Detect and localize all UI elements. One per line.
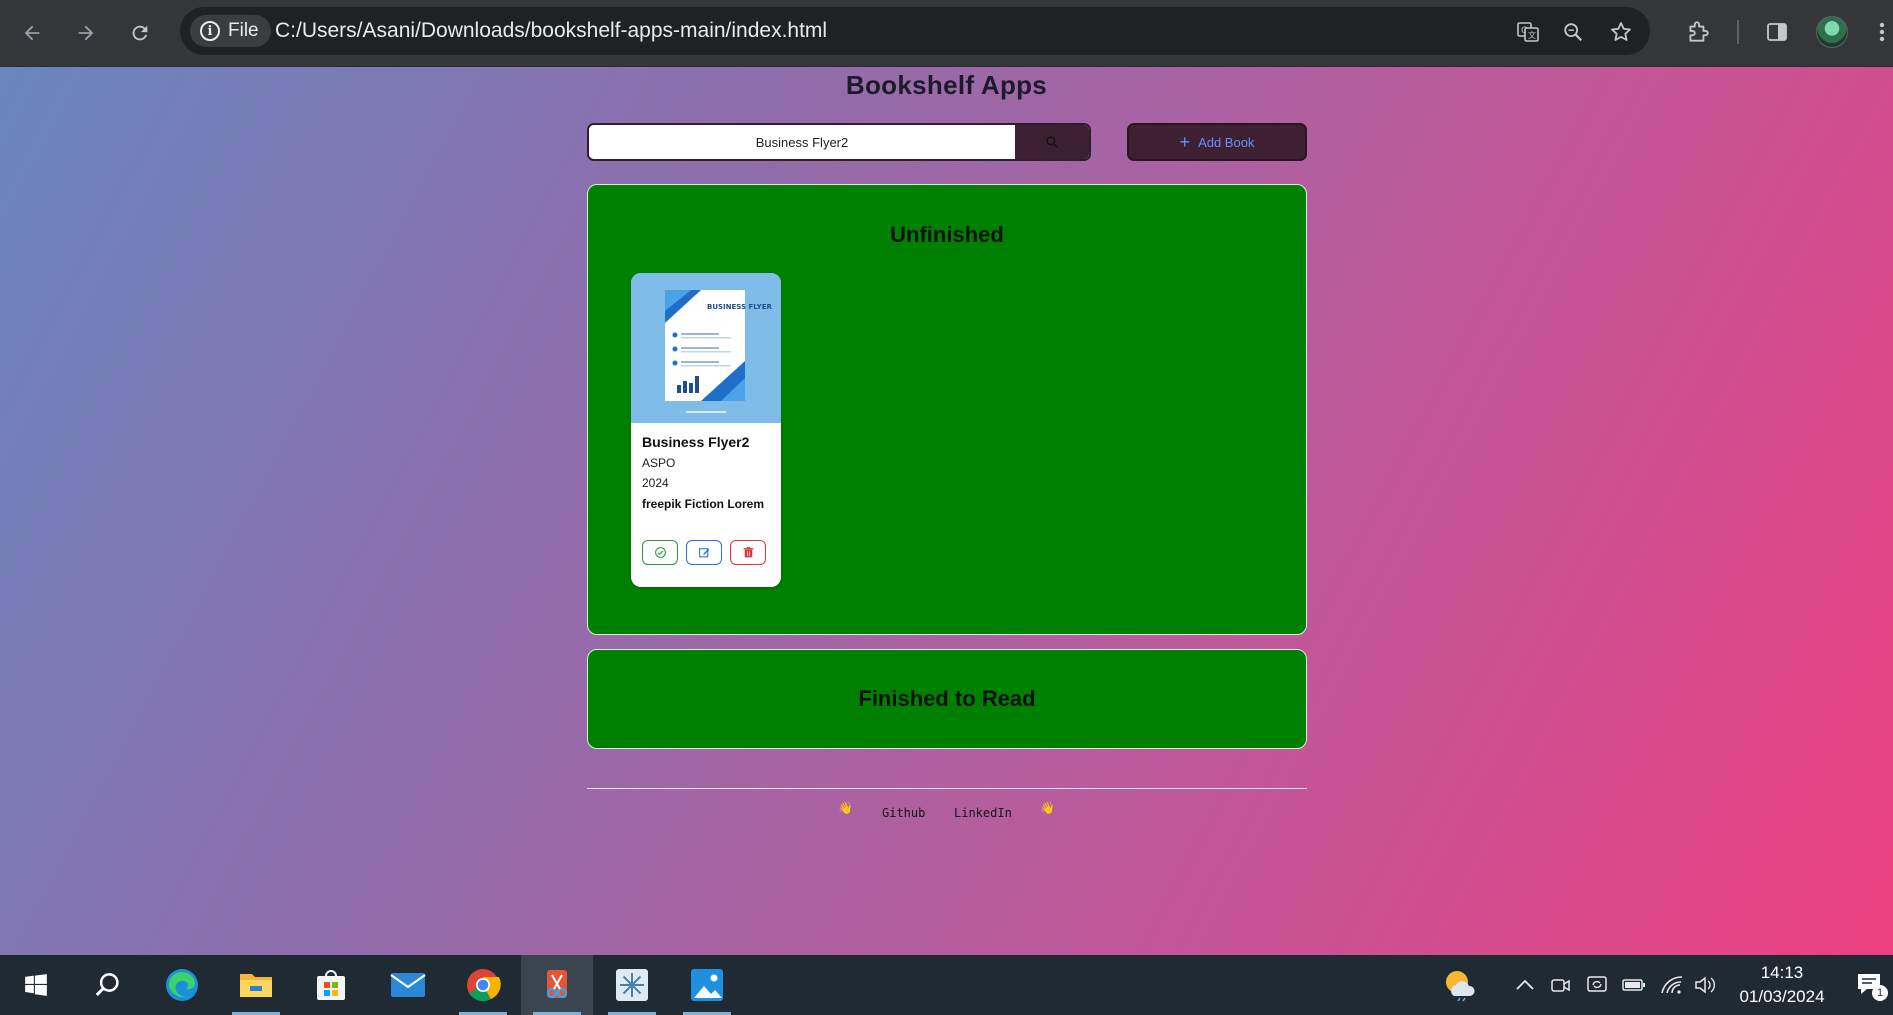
plus-icon: + [1179,132,1191,152]
menu-kebab-icon[interactable] [1870,14,1893,50]
svg-text:文: 文 [1528,30,1536,40]
footer: 👋 Github LinkedIn 👋 [0,801,1893,821]
battery-icon[interactable] [1620,955,1648,1015]
taskbar: 14:13 01/03/2024 1 [0,955,1893,1015]
search-form [587,123,1091,161]
weather-widget[interactable] [1440,955,1480,1015]
mail-app[interactable] [372,955,444,1015]
taskbar-search-button[interactable] [72,955,144,1015]
volume-icon[interactable] [1692,955,1718,1015]
side-panel-icon[interactable] [1759,14,1795,50]
unfinished-shelf-title: Unfinished [890,222,1004,247]
linkedin-link[interactable]: LinkedIn [954,806,1012,820]
scissors-icon [546,970,568,999]
scheme-label: File [228,20,259,41]
wave-hand-icon: 👋 [1040,801,1055,815]
address-bar[interactable]: i File C:/Users/Asani/Downloads/bookshel… [180,7,1650,55]
reload-button[interactable] [120,13,160,53]
info-icon: i [200,21,220,41]
mail-icon [390,973,426,997]
cover-text: BUSINESS FLYER [707,303,773,311]
url-text[interactable]: C:/Users/Asani/Downloads/bookshelf-apps-… [275,7,827,55]
search-icon [1046,136,1058,148]
wifi-icon[interactable] [1658,955,1686,1015]
book-title: Business Flyer2 [642,434,750,450]
book-author: ASPO [642,456,676,470]
book-card: BUSINESS FLYER Business Flyer2 ASPO 2024… [631,273,781,587]
meet-now-icon[interactable] [1548,955,1574,1015]
finished-shelf-title: Finished to Read [858,686,1036,711]
profile-avatar[interactable] [1816,16,1848,48]
clock[interactable]: 14:13 01/03/2024 [1720,961,1844,1009]
mark-finished-button[interactable] [642,540,678,565]
file-explorer-app[interactable] [220,955,292,1015]
book-description: freepik Fiction Lorem [642,497,765,511]
toolbar-divider [1737,20,1739,44]
clock-time: 14:13 [1760,963,1804,982]
book-year: 2024 [642,476,669,490]
edge-app[interactable] [146,955,218,1015]
book-cover-image: BUSINESS FLYER [631,273,781,423]
finished-shelf: Finished to Read [587,649,1307,749]
notifications-button[interactable]: 1 [1850,955,1890,1015]
site-info-chip[interactable]: i File [190,15,271,47]
add-book-button[interactable]: + Add Book [1127,123,1307,161]
wave-hand-icon: 👋 [838,801,853,815]
footer-divider [587,788,1307,789]
clock-date: 01/03/2024 [1739,987,1825,1006]
arrow-right-icon [78,25,94,41]
store-icon [317,970,345,1000]
page-viewport: Bookshelf Apps + Add Book Unfinished BUS… [0,67,1893,955]
snipping-tool-app[interactable] [521,955,593,1015]
check-circle-icon [654,547,666,558]
notification-count-badge: 1 [1872,985,1888,1001]
photos-app[interactable] [671,955,743,1015]
search-icon [95,973,119,997]
tray-overflow-chevron-up-icon[interactable] [1512,955,1538,1015]
unfinished-shelf: Unfinished BUSINESS FLYER Business Flyer… [587,184,1307,635]
back-button[interactable] [12,13,52,53]
reload-icon [132,25,148,41]
trash-icon [743,547,753,558]
folder-icon [240,974,272,997]
browser-toolbar: i File C:/Users/Asani/Downloads/bookshel… [0,0,1893,67]
forward-button[interactable] [66,13,106,53]
snowflake-icon [616,969,648,1001]
translate-icon[interactable]: G文 [1513,17,1543,47]
bookmark-star-icon[interactable] [1606,17,1636,47]
weather-partly-cloudy-icon [1446,971,1475,1002]
start-button[interactable] [0,955,72,1015]
search-input[interactable] [589,125,1015,159]
store-app[interactable] [295,955,367,1015]
chrome-app[interactable] [447,955,519,1015]
github-link[interactable]: Github [882,806,925,820]
edit-book-button[interactable] [686,540,722,565]
chrome-icon [467,969,501,1002]
photos-icon [691,969,723,1001]
arrow-left-icon [24,25,40,41]
windows-logo-icon [25,974,47,996]
extensions-icon[interactable] [1680,14,1716,50]
zoom-icon[interactable] [1558,17,1588,47]
search-button[interactable] [1015,125,1089,159]
add-book-label: Add Book [1198,134,1255,150]
edit-icon [698,548,709,558]
edge-icon [166,969,198,1001]
sync-status-icon[interactable] [1584,955,1610,1015]
delete-book-button[interactable] [730,540,766,565]
page-title: Bookshelf Apps [845,70,1048,100]
snowflake-app[interactable] [596,955,668,1015]
